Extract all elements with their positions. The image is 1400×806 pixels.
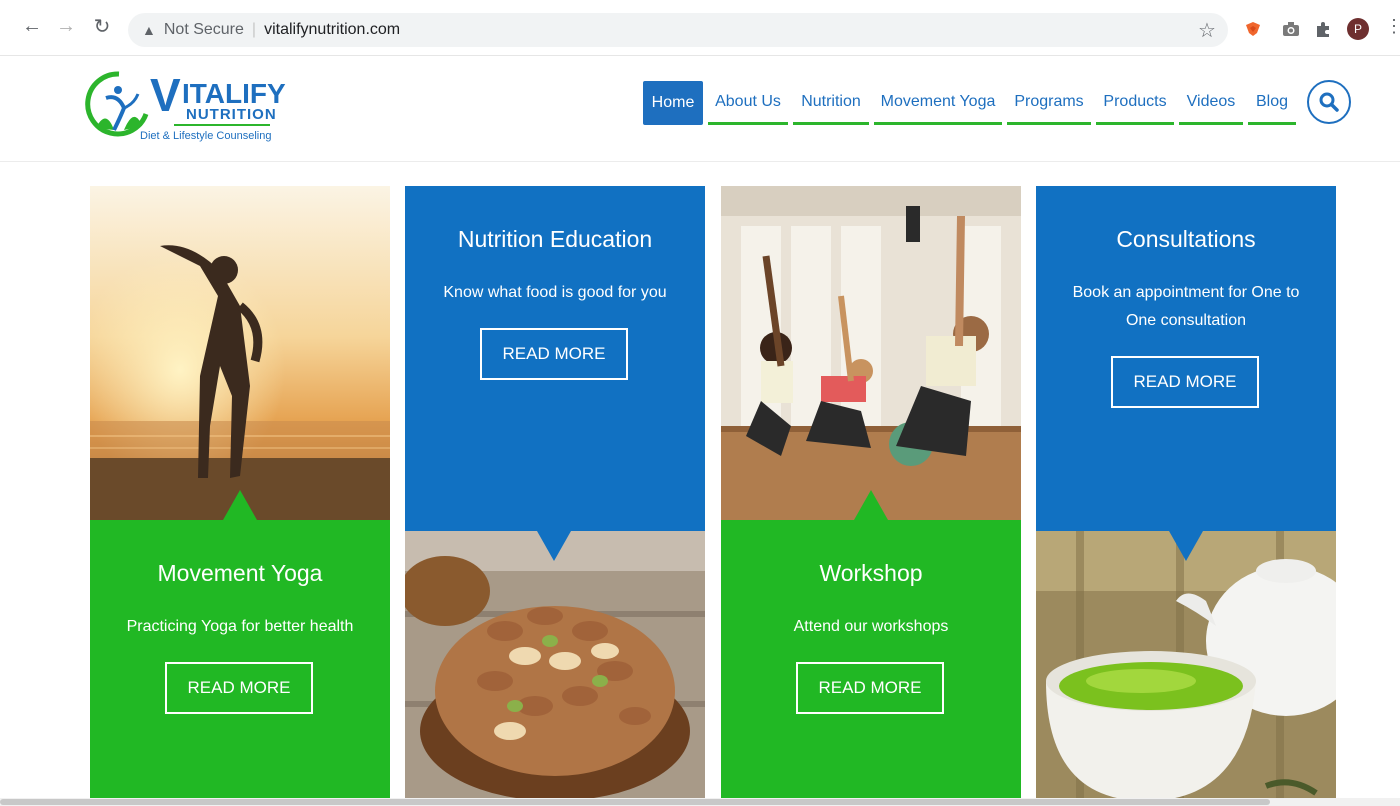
- nav-movement-yoga[interactable]: Movement Yoga: [874, 81, 1002, 125]
- logo-letter-v: V: [150, 69, 181, 121]
- panel-text: Practicing Yoga for better health: [126, 618, 354, 635]
- address-separator: |: [251, 21, 257, 38]
- nav-home[interactable]: Home: [643, 81, 703, 125]
- back-arrow-icon[interactable]: ←: [20, 14, 44, 38]
- nutrition-education-panel: Nutrition Education Know what food is go…: [405, 186, 705, 531]
- warning-icon: ▲: [142, 22, 156, 38]
- scrollbar-thumb[interactable]: [0, 799, 1270, 805]
- panel-pointer: [537, 531, 571, 561]
- extensions-puzzle-icon[interactable]: [1312, 18, 1334, 40]
- yoga-beach-image: [90, 186, 390, 520]
- more-menu-icon[interactable]: ⋮: [1385, 16, 1400, 37]
- logo-underline: [174, 124, 270, 126]
- nav-blog[interactable]: Blog: [1248, 81, 1296, 125]
- bookmark-star-icon[interactable]: ☆: [1198, 18, 1216, 43]
- panel-pointer: [854, 490, 888, 520]
- site-logo[interactable]: V ITALIFY NUTRITION Diet & Lifestyle Cou…: [84, 64, 286, 146]
- nav-about-us[interactable]: About Us: [708, 81, 788, 125]
- panel-pointer: [1169, 531, 1203, 561]
- panel-text: Book an appointment for One to One consu…: [1072, 284, 1300, 329]
- workshop-panel: Workshop Attend our workshops READ MORE: [721, 520, 1021, 806]
- forward-arrow-icon[interactable]: →: [54, 14, 78, 38]
- panel-text: Know what food is good for you: [443, 284, 667, 301]
- nuts-bowl-image: [405, 531, 705, 806]
- search-icon: [1319, 92, 1339, 112]
- read-more-button[interactable]: READ MORE: [796, 662, 944, 714]
- panel-title: Consultations: [1116, 226, 1256, 252]
- panel-text: Attend our workshops: [793, 618, 949, 635]
- consultations-panel: Consultations Book an appointment for On…: [1036, 186, 1336, 531]
- read-more-button[interactable]: READ MORE: [165, 662, 313, 714]
- movement-yoga-panel: Movement Yoga Practicing Yoga for better…: [90, 520, 390, 806]
- panel-title: Workshop: [819, 560, 923, 586]
- site-header: V ITALIFY NUTRITION Diet & Lifestyle Cou…: [0, 56, 1400, 162]
- panel-title: Movement Yoga: [157, 560, 323, 586]
- url-text: vitalifynutrition.com: [264, 21, 401, 38]
- green-tea-image: [1036, 531, 1336, 806]
- nav-videos[interactable]: Videos: [1179, 81, 1243, 125]
- panel-title: Nutrition Education: [457, 226, 653, 252]
- address-bar[interactable]: ▲ Not Secure | vitalifynutrition.com: [128, 13, 1228, 47]
- profile-avatar[interactable]: P: [1347, 18, 1369, 40]
- workshop-fitness-image: [721, 186, 1021, 520]
- logo-tagline: Diet & Lifestyle Counseling: [140, 130, 272, 142]
- logo-subword: NUTRITION: [186, 106, 277, 123]
- nav-products[interactable]: Products: [1096, 81, 1174, 125]
- browser-toolbar: ← → ↻ ▲ Not Secure | vitalifynutrition.c…: [0, 0, 1400, 56]
- read-more-button[interactable]: READ MORE: [480, 328, 628, 380]
- security-label: Not Secure: [163, 21, 244, 38]
- nav-programs[interactable]: Programs: [1007, 81, 1091, 125]
- extension-fox-icon[interactable]: [1242, 18, 1264, 40]
- search-button[interactable]: [1307, 80, 1351, 124]
- reload-icon[interactable]: ↻: [90, 14, 114, 38]
- camera-icon[interactable]: [1280, 18, 1302, 40]
- panel-pointer: [223, 490, 257, 520]
- read-more-button[interactable]: READ MORE: [1111, 356, 1259, 408]
- nav-nutrition[interactable]: Nutrition: [793, 81, 869, 125]
